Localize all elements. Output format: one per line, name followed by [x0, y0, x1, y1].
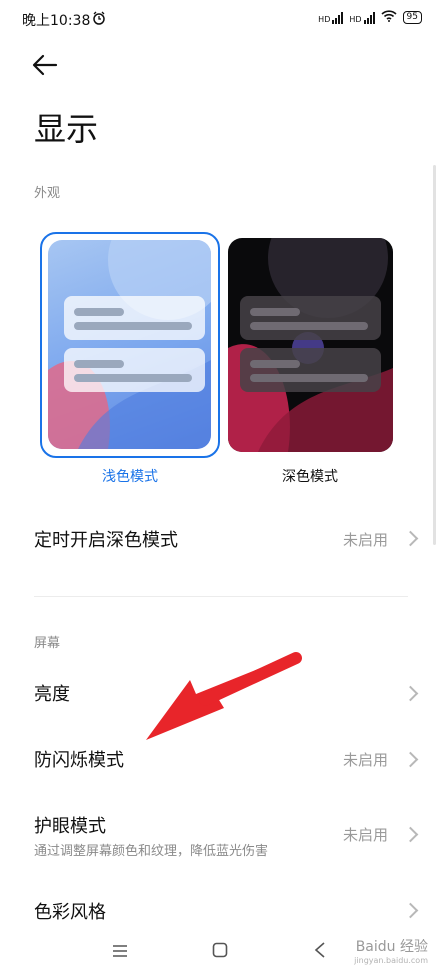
dark-mode-label[interactable]: 深色模式 — [272, 466, 348, 486]
color-style-row[interactable]: 色彩风格 — [0, 884, 442, 934]
light-mini-card-1 — [64, 296, 205, 340]
chevron-right-icon — [402, 826, 419, 843]
chevron-right-icon — [402, 751, 419, 768]
back-nav-icon[interactable] — [314, 942, 326, 962]
battery-icon: 95 — [402, 11, 422, 24]
schedule-dark-row[interactable]: 定时开启深色模式 未启用 — [0, 510, 442, 566]
dark-wallpaper-shape — [228, 238, 393, 452]
section-divider — [34, 596, 408, 597]
signal-1-icon: HD — [318, 11, 344, 24]
watermark-text: Baidu 经验 — [355, 939, 428, 955]
chevron-right-icon — [402, 902, 419, 919]
wifi-icon — [380, 10, 397, 25]
brightness-title: 亮度 — [34, 684, 70, 705]
schedule-dark-title: 定时开启深色模式 — [34, 530, 178, 551]
signal-2-icon: HD — [349, 11, 375, 24]
section-label-appearance: 外观 — [34, 186, 61, 201]
light-mode-label[interactable]: 浅色模式 — [92, 466, 168, 486]
eye-care-value: 未启用 — [342, 826, 388, 844]
page-title: 显示 — [34, 110, 99, 148]
anti-flicker-title: 防闪烁模式 — [34, 750, 124, 771]
anti-flicker-row[interactable]: 防闪烁模式 未启用 — [0, 730, 442, 786]
status-time: 晚上10:38 — [22, 13, 91, 29]
section-label-screen: 屏幕 — [34, 636, 61, 651]
menu-icon[interactable] — [112, 943, 128, 962]
home-icon[interactable] — [212, 942, 228, 962]
back-arrow-icon[interactable] — [32, 54, 58, 80]
eye-care-subtitle: 通过调整屏幕颜色和纹理，降低蓝光伤害 — [34, 844, 269, 859]
network-type-2: HD — [349, 14, 362, 24]
light-mini-card-2 — [64, 348, 205, 392]
dark-mode-option[interactable] — [228, 238, 393, 452]
eye-care-row[interactable]: 护眼模式 通过调整屏幕颜色和纹理，降低蓝光伤害 未启用 — [0, 800, 442, 866]
status-icons: HD HD 95 — [318, 10, 422, 25]
dark-mini-card-2 — [240, 348, 381, 392]
eye-care-title: 护眼模式 — [34, 816, 106, 837]
light-wallpaper-shape — [48, 240, 211, 449]
network-type-1: HD — [318, 14, 331, 24]
schedule-dark-value: 未启用 — [342, 531, 388, 549]
watermark-sub: jingyan.baidu.com — [354, 956, 428, 965]
light-mode-preview — [48, 240, 211, 449]
chevron-right-icon — [402, 685, 419, 702]
anti-flicker-value: 未启用 — [342, 751, 388, 769]
dark-mini-card-1 — [240, 296, 381, 340]
color-style-title: 色彩风格 — [34, 902, 106, 923]
chevron-right-icon — [402, 530, 419, 547]
watermark: Baidu 经验 jingyan.baidu.com — [354, 936, 428, 965]
scrollbar[interactable] — [433, 165, 436, 545]
brightness-row[interactable]: 亮度 — [0, 666, 442, 722]
alarm-icon — [92, 10, 106, 29]
light-mode-option[interactable] — [40, 232, 220, 458]
